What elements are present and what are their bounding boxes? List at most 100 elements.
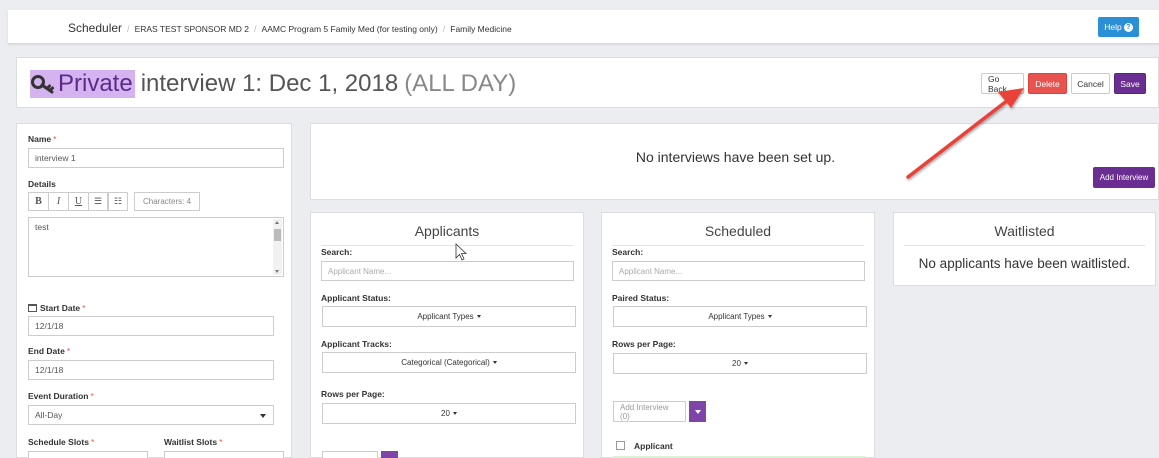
scroll-up-icon[interactable] (275, 221, 279, 224)
applicant-status-label: Applicant Status: (321, 293, 391, 303)
help-label: Help (1104, 22, 1122, 32)
editor-toolbar: B I U ☰ ☷ Characters: 4 (28, 192, 201, 211)
go-back-button[interactable]: Go Back (981, 73, 1024, 94)
scheduled-rows-label: Rows per Page: (612, 339, 676, 349)
divider (612, 245, 864, 246)
breadcrumb-separator: / (442, 24, 446, 34)
applicants-rows-value: 20 (441, 409, 450, 418)
required-mark: * (82, 303, 86, 313)
caret-down-icon (476, 315, 481, 318)
paired-status-dropdown[interactable]: Applicant Types (613, 306, 867, 327)
start-date-label-text: Start Date (40, 303, 81, 313)
schedule-slots-label: Schedule Slots * (28, 437, 94, 447)
divider (904, 245, 1145, 246)
applicant-tracks-dropdown[interactable]: Categorical (Categorical) (322, 352, 576, 373)
interviews-panel: No interviews have been set up. Add Inte… (310, 123, 1159, 200)
applicants-panel: Applicants Search: Applicant Name... App… (310, 212, 584, 458)
scheduled-search-input[interactable]: Applicant Name... (612, 261, 865, 281)
applicant-column-header: Applicant (634, 441, 673, 451)
event-duration-label-text: Event Duration (28, 391, 89, 401)
applicant-tracks-value: Categorical (Categorical) (401, 358, 490, 367)
scroll-thumb[interactable] (274, 229, 281, 241)
italic-button[interactable]: I (48, 192, 68, 211)
all-day-label: (ALL DAY) (404, 70, 517, 97)
end-date-label-text: End Date (28, 346, 65, 356)
end-date-input[interactable]: 12/1/18 (28, 360, 274, 380)
details-label: Details (28, 179, 56, 189)
waitlist-slots-input[interactable] (164, 451, 284, 458)
required-mark: * (66, 346, 71, 356)
schedule-slots-input[interactable] (28, 451, 148, 458)
start-date-label: Start Date * (28, 303, 85, 313)
details-text: test (35, 222, 49, 232)
bullet-list-icon: ☰ (93, 196, 103, 206)
applicant-tracks-label: Applicant Tracks: (321, 339, 392, 349)
bold-button[interactable]: B (28, 192, 48, 211)
chevron-down-icon (260, 414, 266, 418)
name-label-text: Name (28, 134, 52, 144)
event-duration-label: Event Duration * (28, 391, 94, 401)
header-actions: Go Back Delete Cancel Save (981, 73, 1146, 94)
breadcrumb-separator: / (127, 24, 130, 34)
applicants-search-input[interactable]: Applicant Name... (321, 261, 574, 281)
add-interview-caret[interactable] (689, 401, 706, 422)
breadcrumb-specialty[interactable]: Family Medicine (450, 24, 511, 34)
applicants-title: Applicants (414, 223, 480, 239)
paired-status-value: Applicant Types (708, 312, 765, 321)
applicants-rows-dropdown[interactable]: 20 (322, 403, 576, 424)
page-title: Private interview 1: Dec 1, 2018 (ALL DA… (30, 70, 516, 98)
applicants-rows-label: Rows per Page: (321, 389, 385, 399)
scheduled-rows-dropdown[interactable]: 20 (613, 353, 867, 374)
event-duration-value: All-Day (35, 410, 63, 420)
paired-status-label: Paired Status: (612, 293, 670, 303)
no-interviews-message: No interviews have been set up. (635, 149, 836, 165)
name-label: Name * (28, 134, 56, 144)
breadcrumb-program[interactable]: AAMC Program 5 Family Med (for testing o… (262, 24, 438, 34)
breadcrumb-app[interactable]: Scheduler (68, 21, 122, 35)
private-highlight: Private (30, 70, 135, 98)
add-interview-button[interactable]: Add Interview (1093, 167, 1155, 188)
select-all-checkbox[interactable] (616, 441, 625, 450)
save-button[interactable]: Save (1114, 73, 1146, 94)
delete-button[interactable]: Delete (1028, 73, 1067, 94)
scroll-down-icon[interactable] (275, 270, 279, 273)
required-mark: * (219, 437, 223, 447)
breadcrumb-separator: / (254, 24, 257, 34)
applicant-status-dropdown[interactable]: Applicant Types (322, 306, 576, 327)
applicant-status-value: Applicant Types (417, 312, 474, 321)
scheduled-title: Scheduled (704, 223, 772, 239)
scheduled-search-label: Search: (612, 247, 644, 257)
divider (321, 245, 573, 246)
numbered-list-button[interactable]: ☷ (108, 192, 128, 211)
caret-down-icon (743, 362, 748, 365)
numbered-list-icon: ☷ (113, 196, 123, 206)
add-interview-dropdown-button[interactable]: Add Interview (0) (613, 401, 686, 422)
waitlist-slots-label: Waitlist Slots * (164, 437, 222, 447)
private-label: Private (58, 70, 133, 97)
bullet-list-button[interactable]: ☰ (88, 192, 108, 211)
caret-down-icon (767, 315, 772, 318)
textarea-scrollbar[interactable] (273, 219, 282, 275)
cancel-button[interactable]: Cancel (1071, 73, 1110, 94)
applicants-action-button[interactable] (322, 451, 378, 458)
waitlist-slots-label-text: Waitlist Slots (164, 437, 218, 447)
key-icon (31, 75, 54, 94)
calendar-icon (28, 304, 37, 312)
start-date-input[interactable]: 12/1/18 (28, 316, 274, 336)
event-duration-select[interactable]: All-Day (28, 405, 274, 425)
details-textarea[interactable]: test (28, 217, 284, 277)
caret-down-icon (452, 412, 457, 415)
name-input[interactable]: interview 1 (28, 148, 284, 168)
breadcrumb-sponsor[interactable]: ERAS TEST SPONSOR MD 2 (135, 24, 249, 34)
waitlisted-panel: Waitlisted No applicants have been waitl… (893, 212, 1156, 286)
applicants-search-label: Search: (321, 247, 353, 257)
interview-title: interview 1: Dec 1, 2018 (140, 70, 399, 97)
scheduled-rows-value: 20 (732, 359, 741, 368)
waitlisted-title: Waitlisted (994, 223, 1055, 239)
title-panel: Private interview 1: Dec 1, 2018 (ALL DA… (16, 57, 1159, 108)
applicants-action-caret[interactable] (381, 451, 398, 458)
breadcrumb: Scheduler / ERAS TEST SPONSOR MD 2 / AAM… (68, 21, 512, 35)
underline-button[interactable]: U (68, 192, 88, 211)
help-button[interactable]: Help ? (1098, 17, 1139, 37)
caret-down-icon (492, 361, 497, 364)
